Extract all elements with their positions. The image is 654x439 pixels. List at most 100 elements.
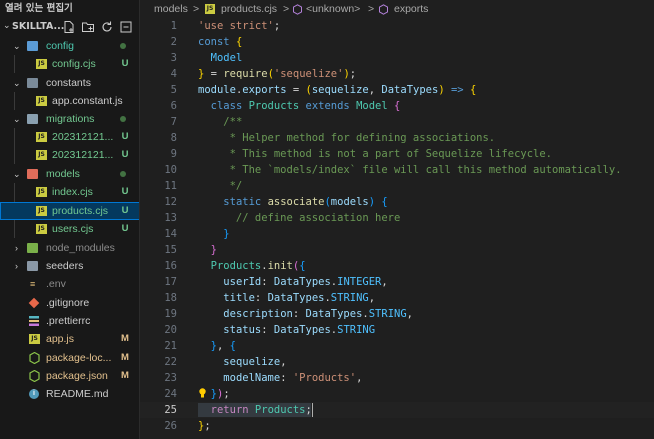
breadcrumb-separator: > — [368, 3, 375, 15]
code-line[interactable]: 8 * Helper method for defining associati… — [140, 130, 654, 146]
new-file-icon[interactable] — [62, 20, 76, 34]
tree-file-app-js[interactable]: JS app.js M — [0, 330, 139, 348]
status-dot — [120, 171, 126, 177]
tree-file-env[interactable]: ≡ .env — [0, 275, 139, 293]
tree-folder-node-modules[interactable]: › node_modules — [0, 239, 139, 257]
code-line[interactable]: 13 // define association here — [140, 210, 654, 226]
code-line[interactable]: 1 'use strict'; — [140, 18, 654, 34]
tree-file-prettierrc[interactable]: .prettierrc — [0, 312, 139, 330]
tree-file-config-cjs[interactable]: JS config.cjs U — [0, 55, 139, 73]
code-text: const { — [198, 36, 243, 48]
javascript-file-icon: JS — [36, 224, 47, 234]
code-line[interactable]: 4} = require('sequelize'); — [140, 66, 654, 82]
chevron-down-icon: ⌄ — [3, 21, 11, 31]
tree-item-label: app.constant.js — [52, 95, 123, 107]
tree-file-index-cjs[interactable]: JS index.cjs U — [0, 183, 139, 201]
tree-folder-constants[interactable]: ⌄ constants — [0, 74, 139, 92]
breadcrumb-symbol-unknown[interactable]: <unknown> — [306, 0, 360, 18]
tree-file-package-lock[interactable]: package-loc... M — [0, 349, 139, 367]
code-line[interactable]: 9 * This method is not a part of Sequeli… — [140, 146, 654, 162]
settings-file-icon: ≡ — [30, 279, 36, 289]
code-editor[interactable]: 1 'use strict'; 2 const { 3 Model 4} = req… — [140, 18, 654, 439]
code-line[interactable]: 10 * The `models/index` file will call t… — [140, 162, 654, 178]
javascript-file-icon: JS — [205, 4, 215, 14]
tree-folder-models[interactable]: ⌄ models — [0, 165, 139, 183]
git-status-badge: U — [121, 131, 129, 142]
code-line[interactable]: 17 userId: DataTypes.INTEGER, — [140, 274, 654, 290]
tree-item-label: .gitignore — [46, 297, 90, 309]
code-line[interactable]: 21 }, { — [140, 338, 654, 354]
code-line[interactable]: 12 static associate(models) { — [140, 194, 654, 210]
tree-file-package-json[interactable]: package.json M — [0, 367, 139, 385]
open-editors-section[interactable]: 열려 있는 편집기 — [0, 0, 139, 17]
tree-file-gitignore[interactable]: .gitignore — [0, 294, 139, 312]
code-line-current[interactable]: 25 return Products; — [140, 402, 654, 418]
collapse-all-icon[interactable] — [119, 20, 133, 34]
code-line[interactable]: 22 sequelize, — [140, 354, 654, 370]
folder-icon — [27, 41, 38, 51]
tree-folder-seeders[interactable]: › seeders — [0, 257, 139, 275]
tree-file-users-cjs[interactable]: JS users.cjs U — [0, 220, 139, 238]
refresh-icon[interactable] — [100, 20, 114, 34]
tree-folder-migrations[interactable]: ⌄ migrations — [0, 110, 139, 128]
line-number: 5 — [170, 84, 177, 96]
tree-item-label: package.json — [46, 370, 108, 382]
tree-item-label: app.js — [46, 333, 75, 345]
tree-item-label: migrations — [46, 113, 95, 125]
code-line[interactable]: 15 } — [140, 242, 654, 258]
code-text: userId: DataTypes.INTEGER, — [223, 276, 388, 288]
symbol-icon — [379, 4, 388, 15]
tree-folder-config[interactable]: ⌄ config — [0, 37, 139, 55]
breadcrumb-symbol-exports[interactable]: exports — [394, 0, 428, 18]
breadcrumb-folder[interactable]: models — [154, 0, 188, 18]
line-number: 2 — [170, 36, 177, 48]
tree-file-migration-2[interactable]: JS 202312121... U — [0, 146, 139, 164]
code-line[interactable]: 7 /** — [140, 114, 654, 130]
code-text: }); — [210, 388, 230, 400]
line-number: 18 — [164, 292, 177, 304]
code-line[interactable]: 2 const { — [140, 34, 654, 50]
code-line[interactable]: 19 description: DataTypes.STRING, — [140, 306, 654, 322]
tree-file-readme[interactable]: i README.md — [0, 385, 139, 403]
code-line[interactable]: 20 status: DataTypes.STRING — [140, 322, 654, 338]
tree-file-migration-1[interactable]: JS 202312121... U — [0, 128, 139, 146]
code-line[interactable]: 6 class Products extends Model { — [140, 98, 654, 114]
git-status-badge: M — [121, 352, 129, 363]
tree-item-label: README.md — [46, 388, 109, 400]
tree-item-label: 202312121... — [52, 131, 114, 143]
tree-file-products-cjs[interactable]: JS products.cjs U — [0, 202, 139, 220]
code-line[interactable]: 5 module.exports = (sequelize, DataTypes)… — [140, 82, 654, 98]
package-icon — [29, 352, 40, 364]
git-status-badge: U — [121, 58, 129, 69]
line-number: 26 — [164, 420, 177, 432]
tree-item-label: models — [46, 168, 80, 180]
chevron-down-icon: ⌄ — [13, 78, 21, 88]
tree-item-label: index.cjs — [52, 186, 93, 198]
code-line[interactable]: 26}; — [140, 418, 654, 434]
code-line[interactable]: 16 Products.init({ — [140, 258, 654, 274]
breadcrumb: models > JS products.cjs > <unknown> > e… — [140, 0, 654, 18]
code-line[interactable]: 11 */ — [140, 178, 654, 194]
new-folder-icon[interactable] — [81, 20, 95, 34]
line-number: 13 — [164, 212, 177, 224]
project-folder-header[interactable]: ⌄ SKILLTA... — [0, 17, 139, 37]
code-text: return Products; — [210, 404, 312, 416]
code-line[interactable]: 3 Model — [140, 50, 654, 66]
folder-icon — [27, 243, 38, 253]
breadcrumb-file[interactable]: products.cjs — [221, 0, 277, 18]
git-icon — [28, 297, 40, 309]
line-number: 6 — [170, 100, 177, 112]
code-line[interactable]: 23 modelName: 'Products', — [140, 370, 654, 386]
code-text: * This method is not a part of Sequelize… — [198, 148, 553, 160]
prettier-icon — [29, 316, 39, 326]
code-line[interactable]: 24 }); — [140, 386, 654, 402]
javascript-file-icon: JS — [36, 206, 47, 216]
git-status-badge: U — [121, 205, 129, 216]
code-line[interactable]: 18 title: DataTypes.STRING, — [140, 290, 654, 306]
tree-file-app-constant[interactable]: JS app.constant.js — [0, 92, 139, 110]
tree-item-label: users.cjs — [52, 223, 94, 235]
tree-item-label: seeders — [46, 260, 84, 272]
code-line[interactable]: 14 } — [140, 226, 654, 242]
line-number: 7 — [170, 116, 177, 128]
javascript-file-icon: JS — [36, 187, 47, 197]
